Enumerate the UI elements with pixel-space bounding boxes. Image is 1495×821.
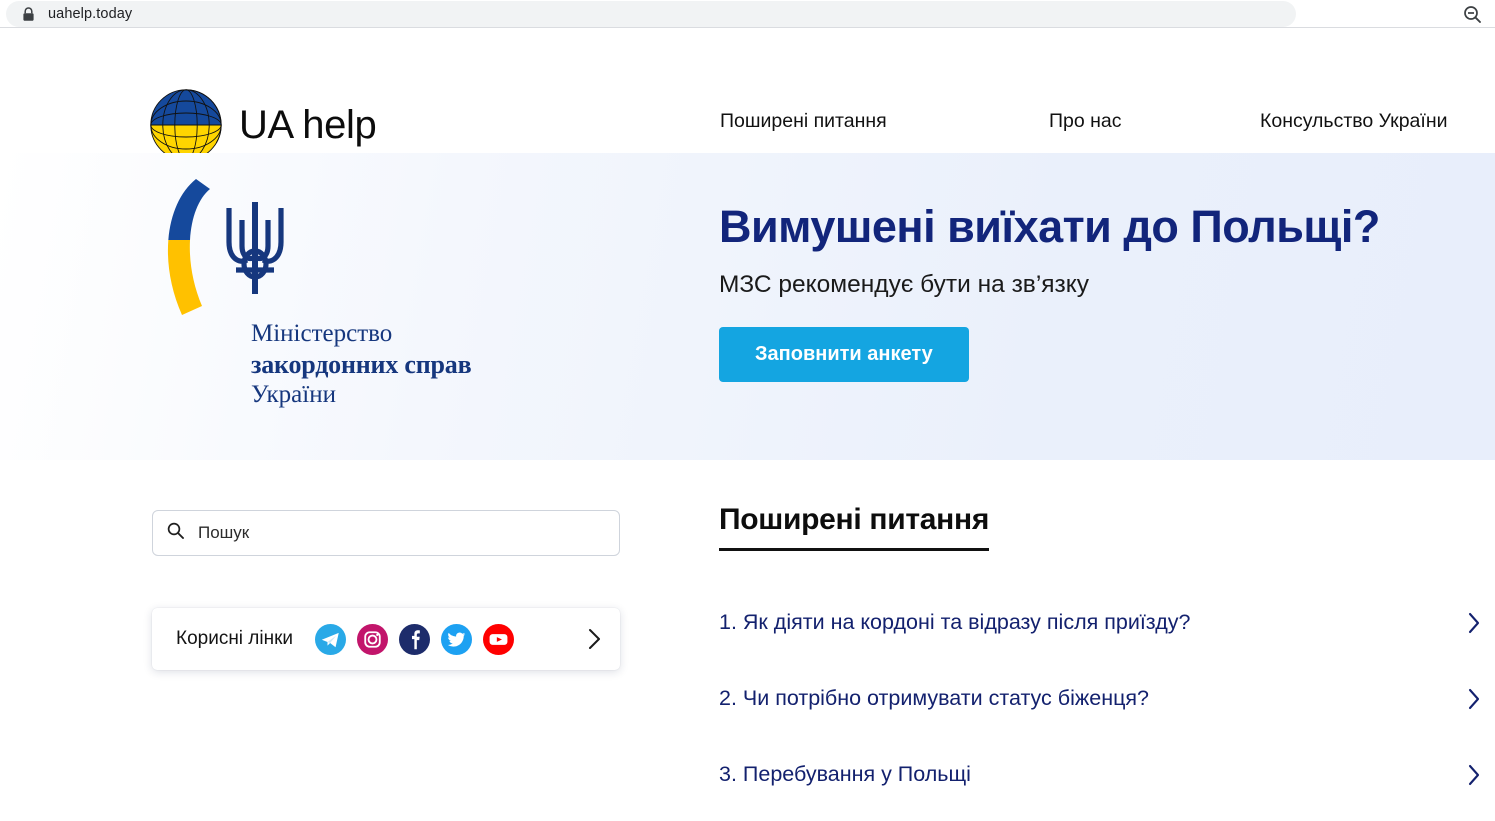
telegram-icon[interactable] (315, 623, 347, 655)
faq-heading: Поширені питання (719, 503, 989, 551)
site-header: UA help Поширені питання Про нас Консуль… (0, 28, 1495, 161)
faq-column: Поширені питання 1. Як діяти на кордоні … (719, 503, 1495, 821)
faq-list: 1. Як діяти на кордоні та відразу після … (719, 601, 1495, 796)
faq-item-2[interactable]: 2. Чи потрібно отримувати статус біженця… (719, 677, 1495, 720)
hero-title: Вимушені виїхати до Польщі? (719, 201, 1380, 252)
search-box[interactable] (152, 510, 620, 556)
ministry-logo-block: Міністерство закордонних справ України (152, 175, 572, 408)
faq-item-label: 2. Чи потрібно отримувати статус біженця… (719, 686, 1149, 710)
useful-links-card[interactable]: Корисні лінки (152, 608, 620, 670)
nav-item-about[interactable]: Про нас (1049, 110, 1122, 133)
brand-name: UA help (239, 102, 377, 147)
left-column: Корисні лінки (152, 510, 620, 670)
faq-item-1[interactable]: 1. Як діяти на кордоні та відразу після … (719, 601, 1495, 644)
url-text: uahelp.today (48, 6, 133, 22)
faq-item-3[interactable]: 3. Перебування у Польщі (719, 753, 1495, 796)
ua-crescent-arc-icon (152, 175, 214, 328)
search-icon (167, 522, 184, 544)
hero-subtitle: МЗС рекомендує бути на зв’язку (719, 271, 1090, 298)
zoom-out-icon[interactable] (1461, 3, 1483, 25)
ministry-line-2: закордонних справ (251, 350, 472, 379)
instagram-icon[interactable] (357, 623, 389, 655)
ministry-line-3: України (251, 381, 336, 409)
content-section: Корисні лінки (0, 460, 1495, 821)
faq-item-label: 3. Перебування у Польщі (719, 762, 971, 786)
address-bar[interactable]: uahelp.today (6, 1, 1296, 27)
ministry-name: Міністерство закордонних справ України (251, 319, 472, 410)
facebook-icon[interactable] (399, 623, 431, 655)
chevron-right-icon[interactable] (1467, 687, 1481, 711)
ministry-line-1: Міністерство (251, 320, 393, 347)
tryzub-trident-icon (220, 198, 290, 303)
nav-item-faq[interactable]: Поширені питання (720, 110, 887, 133)
youtube-icon[interactable] (483, 623, 515, 655)
fill-form-button[interactable]: Заповнити анкету (719, 327, 969, 382)
chevron-right-icon[interactable] (1467, 611, 1481, 635)
lock-icon (22, 6, 35, 22)
twitter-icon[interactable] (441, 623, 473, 655)
nav-item-consulate[interactable]: Консульство України (1260, 110, 1447, 133)
search-input[interactable] (198, 523, 605, 543)
ministry-emblem (152, 175, 572, 325)
browser-toolbar: uahelp.today (0, 0, 1495, 28)
hero-section: Міністерство закордонних справ України В… (0, 153, 1495, 460)
useful-links-chevron-right-icon[interactable] (587, 627, 602, 651)
faq-item-label: 1. Як діяти на кордоні та відразу після … (719, 610, 1191, 634)
chevron-right-icon[interactable] (1467, 763, 1481, 787)
useful-links-label: Корисні лінки (176, 628, 294, 649)
social-icons-row (315, 623, 515, 655)
hero-copy: Вимушені виїхати до Польщі? МЗС рекоменд… (719, 201, 1380, 382)
